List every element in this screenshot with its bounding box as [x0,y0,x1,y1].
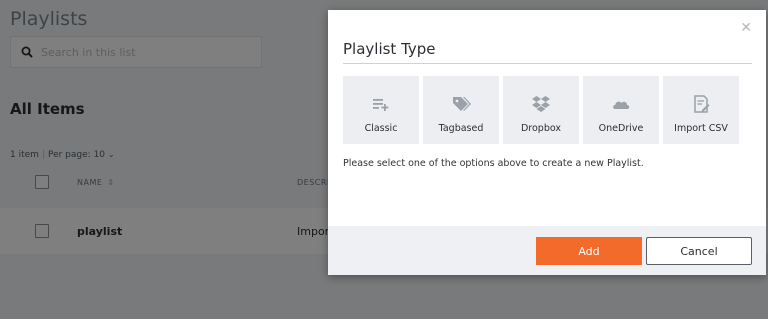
onedrive-icon [613,101,630,109]
add-button[interactable]: Add [536,237,642,265]
type-label: Dropbox [520,123,562,134]
dialog-footer: Add Cancel [328,226,766,275]
title-divider [343,63,752,64]
hint-text: Please select one of the options above t… [343,158,644,169]
cancel-button[interactable]: Cancel [646,237,752,265]
type-label: Tagbased [438,123,484,134]
type-option-import-csv[interactable]: Import CSV [663,76,739,144]
import-csv-icon [694,95,710,113]
tag-icon [453,97,471,111]
type-label: Classic [364,123,398,134]
close-icon[interactable]: ✕ [740,20,752,36]
playlist-type-options: Classic Tagbased Dropbox OneDrive Import… [343,76,739,144]
type-option-dropbox[interactable]: Dropbox [503,76,579,144]
type-option-onedrive[interactable]: OneDrive [583,76,659,144]
dropbox-icon [532,96,550,112]
classic-playlist-icon [373,99,389,111]
type-option-tagbased[interactable]: Tagbased [423,76,499,144]
type-label: OneDrive [598,123,644,134]
type-label: Import CSV [674,123,728,134]
dialog-title: Playlist Type [343,40,436,58]
type-option-classic[interactable]: Classic [343,76,419,144]
playlist-type-dialog: ✕ Playlist Type Classic Tagbased Dropbox… [328,10,766,275]
